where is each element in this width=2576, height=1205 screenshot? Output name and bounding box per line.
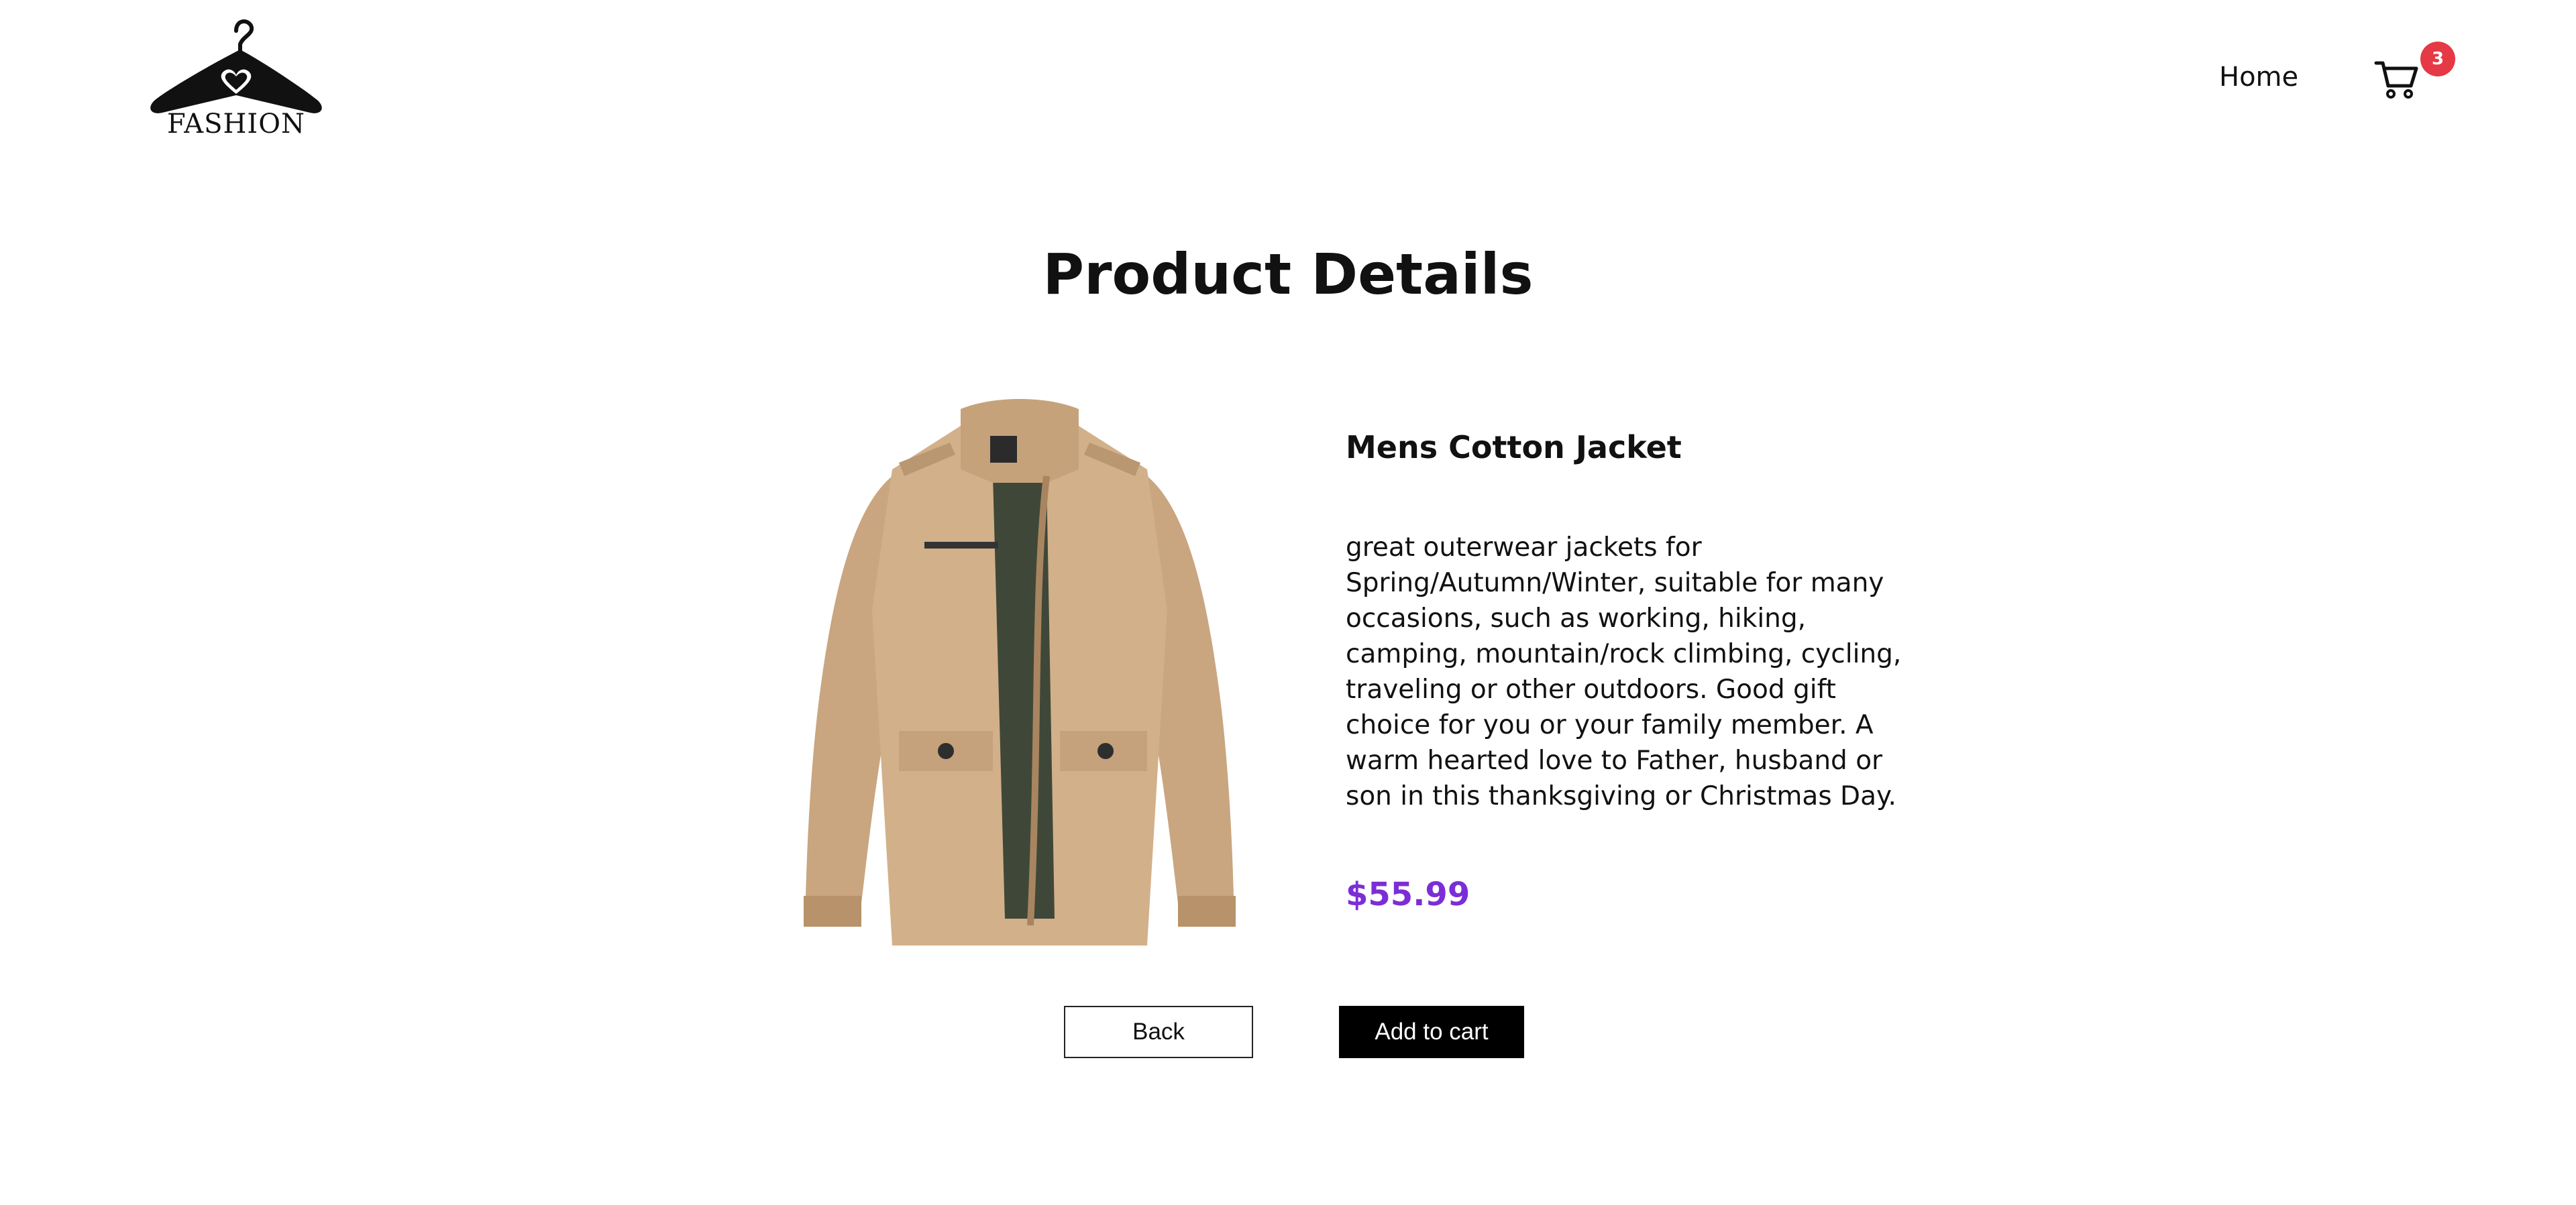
back-button[interactable]: Back <box>1064 1006 1253 1058</box>
cart-icon <box>2374 61 2418 99</box>
jacket-image <box>804 399 1236 945</box>
cart-count-badge: 3 <box>2420 42 2455 76</box>
hanger-icon <box>150 19 322 113</box>
logo-text: FASHION <box>166 109 306 139</box>
nav-home-link[interactable]: Home <box>2219 62 2298 93</box>
product-description: great outerwear jackets for Spring/Autum… <box>1346 532 1902 811</box>
page: FASHION Home 3 Product Details Mens Cott… <box>0 0 2576 1205</box>
product-price: $55.99 <box>1346 876 1470 913</box>
product-image <box>792 396 1248 952</box>
page-title: Product Details <box>1042 241 1534 307</box>
brand-logo[interactable]: FASHION <box>142 15 330 142</box>
add-to-cart-button[interactable]: Add to cart <box>1339 1006 1524 1058</box>
product-name: Mens Cotton Jacket <box>1346 429 1682 465</box>
cart-button[interactable] <box>2373 59 2420 101</box>
